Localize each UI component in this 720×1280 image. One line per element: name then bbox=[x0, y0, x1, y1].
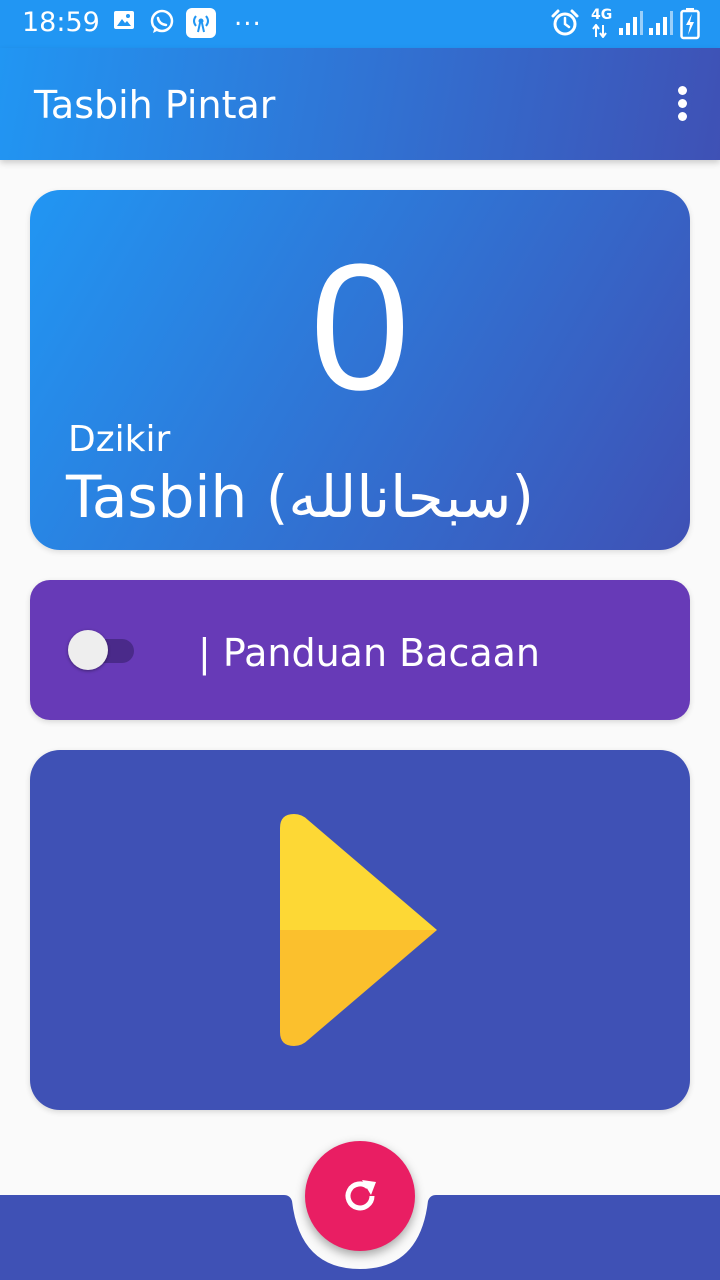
reading-guide-card: | Panduan Bacaan bbox=[30, 580, 690, 720]
count-value: 0 bbox=[309, 227, 411, 428]
hotspot-icon bbox=[186, 8, 216, 38]
gallery-icon bbox=[114, 11, 134, 29]
count-button-card[interactable] bbox=[30, 750, 690, 1110]
more-notifications-icon: ... bbox=[234, 2, 262, 32]
play-icon[interactable] bbox=[280, 814, 440, 1046]
whatsapp-icon bbox=[150, 9, 174, 33]
reading-guide-label: | Panduan Bacaan bbox=[198, 631, 541, 675]
toggle-thumb bbox=[68, 630, 108, 670]
reading-guide-toggle[interactable] bbox=[68, 630, 134, 670]
dzikir-name: Tasbih (سبحانالله) bbox=[66, 463, 534, 531]
status-bar: 18:59 ... 4G bbox=[0, 0, 720, 48]
data-arrows-icon bbox=[592, 24, 607, 38]
reset-button[interactable] bbox=[305, 1141, 415, 1251]
signal-icon-1 bbox=[619, 11, 643, 35]
dzikir-label: Dzikir bbox=[68, 419, 171, 460]
counter-card: 0 Dzikir Tasbih (سبحانالله) bbox=[30, 190, 690, 550]
battery-charging-icon bbox=[680, 8, 700, 40]
app-title: Tasbih Pintar bbox=[34, 83, 276, 127]
network-type-label: 4G bbox=[591, 7, 613, 23]
alarm-icon bbox=[551, 9, 579, 36]
refresh-icon bbox=[345, 1180, 376, 1211]
status-time: 18:59 bbox=[22, 7, 100, 38]
more-vert-icon[interactable] bbox=[676, 86, 688, 122]
signal-icon-2 bbox=[649, 11, 673, 35]
app-bar: Tasbih Pintar bbox=[0, 48, 720, 160]
